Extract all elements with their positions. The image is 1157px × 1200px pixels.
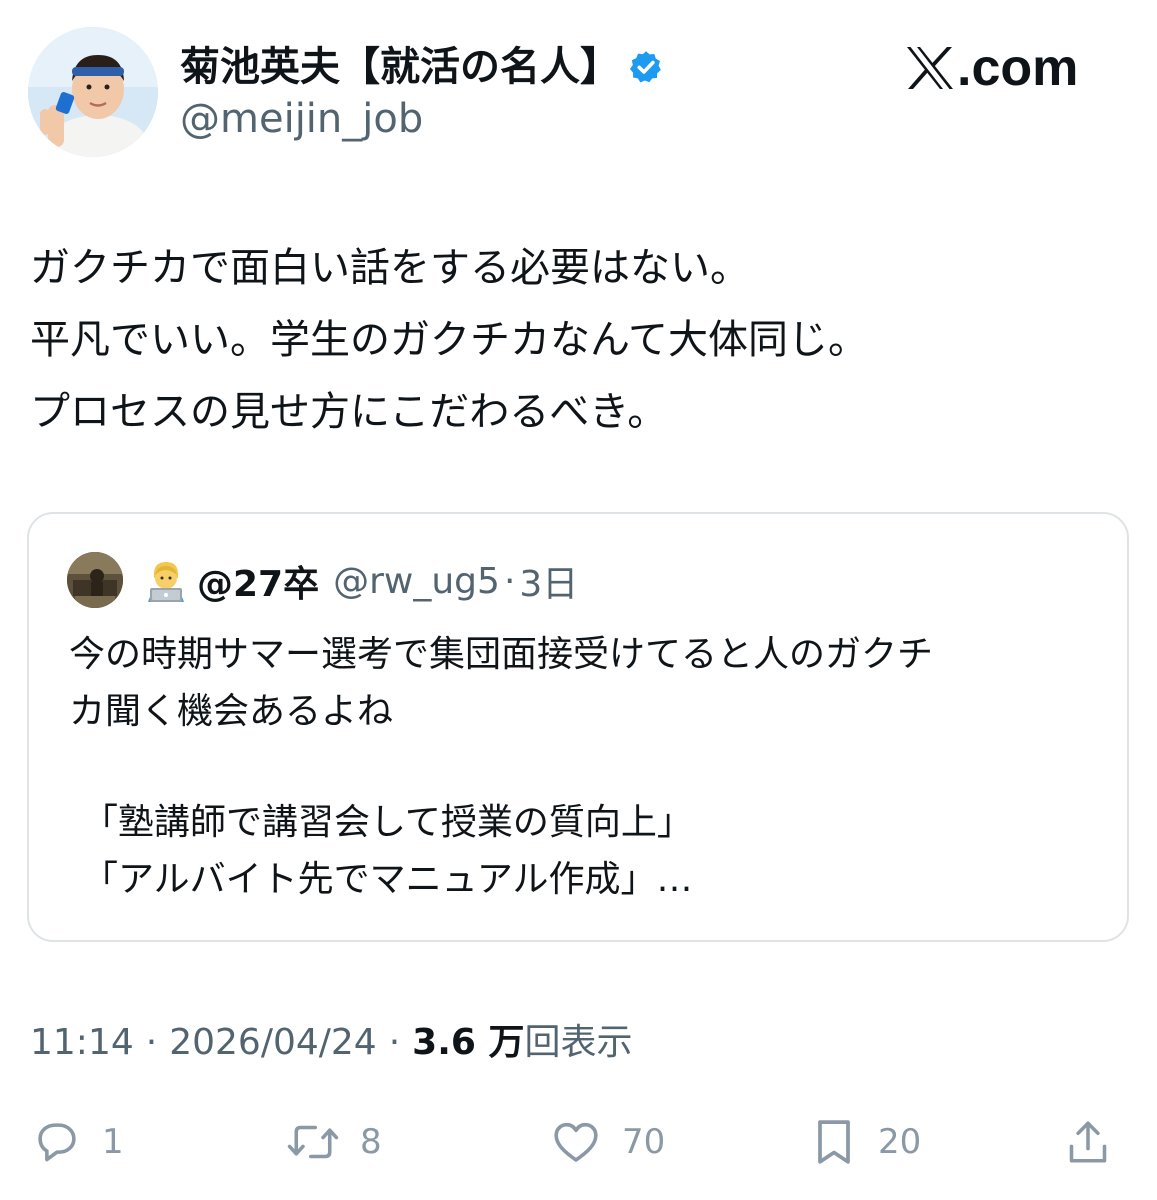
tweet-date[interactable]: 2026/04/24 (169, 1018, 377, 1068)
quoted-author-name[interactable]: @27卒 (197, 555, 319, 607)
x-com-logo: .com (905, 40, 1078, 96)
tweet-meta: 11:14 · 2026/04/24 · 3.6 万 回表示 (30, 1018, 632, 1068)
quoted-tweet-card[interactable]: @27卒 @rw_ug5 · 3日 今の時期サマー選考で集団面接受けてると人のガ… (27, 512, 1129, 942)
views-label: 回表示 (524, 1022, 633, 1063)
tweet-text: ガクチカで面白い話をする必要はない。 平凡でいい。学生のガクチカなんて大体同じ。… (30, 232, 1130, 448)
like-button[interactable]: 70 (548, 1110, 665, 1174)
bookmark-button[interactable]: 20 (808, 1110, 921, 1174)
quoted-author-avatar[interactable] (67, 552, 123, 608)
tweet-line: ガクチカで面白い話をする必要はない。 (30, 245, 750, 291)
reply-icon (38, 1123, 76, 1162)
retweet-count: 8 (360, 1122, 382, 1162)
like-count: 70 (622, 1122, 666, 1162)
tweet-action-bar: 1 8 70 20 (0, 1110, 1157, 1174)
views-count[interactable]: 3.6 万 (412, 1018, 524, 1068)
reply-count: 1 (102, 1122, 124, 1162)
quoted-line: 今の時期サマー選考で集団面接受けてると人のガクチ (69, 634, 934, 675)
tweet-time[interactable]: 11:14 (30, 1018, 134, 1068)
tweet-line: プロセスの見せ方にこだわるべき。 (30, 389, 668, 435)
quoted-author-handle[interactable]: @rw_ug5 (333, 561, 500, 602)
quoted-tweet-text: 今の時期サマー選考で集団面接受けてると人のガクチ カ聞く機会あるよね 「塾講師で… (69, 626, 1089, 908)
separator-dot: · (145, 1022, 158, 1063)
quoted-tweet-time[interactable]: 3日 (519, 555, 578, 607)
profile-photo (67, 552, 123, 608)
reply-button[interactable]: 1 (30, 1110, 124, 1174)
quoted-tweet-header: @27卒 @rw_ug5 · 3日 (143, 556, 578, 606)
technologist-emoji-icon (148, 562, 184, 602)
retweet-button[interactable]: 8 (284, 1110, 382, 1174)
quoted-line: カ聞く機会あるよね (69, 691, 394, 732)
share-button[interactable] (1066, 1110, 1110, 1174)
site-domain-text: .com (957, 39, 1079, 97)
author-display-name[interactable]: 菊池英夫【就活の名人】 (180, 42, 664, 92)
bookmark-icon (818, 1120, 850, 1164)
quoted-example-line: 「塾講師で講習会して授業の質向上」 (82, 802, 693, 843)
verified-badge-icon (629, 51, 661, 83)
retweet-icon (287, 1125, 339, 1159)
separator-dot: · (388, 1022, 401, 1063)
display-name-text: 菊池英夫【就活の名人】 (180, 44, 620, 90)
tweet-line: 平凡でいい。学生のガクチカなんて大体同じ。 (30, 317, 868, 363)
separator-dot: · (503, 560, 516, 602)
author-handle[interactable]: @meijin_job (180, 94, 423, 144)
x-logo-icon (907, 47, 953, 89)
profile-photo (28, 27, 158, 157)
share-icon (1069, 1121, 1107, 1163)
bookmark-count: 20 (878, 1122, 922, 1162)
quoted-example-line: 「アルバイト先でマニュアル作成」… (82, 859, 693, 900)
heart-icon (554, 1122, 598, 1162)
author-avatar[interactable] (28, 27, 158, 157)
